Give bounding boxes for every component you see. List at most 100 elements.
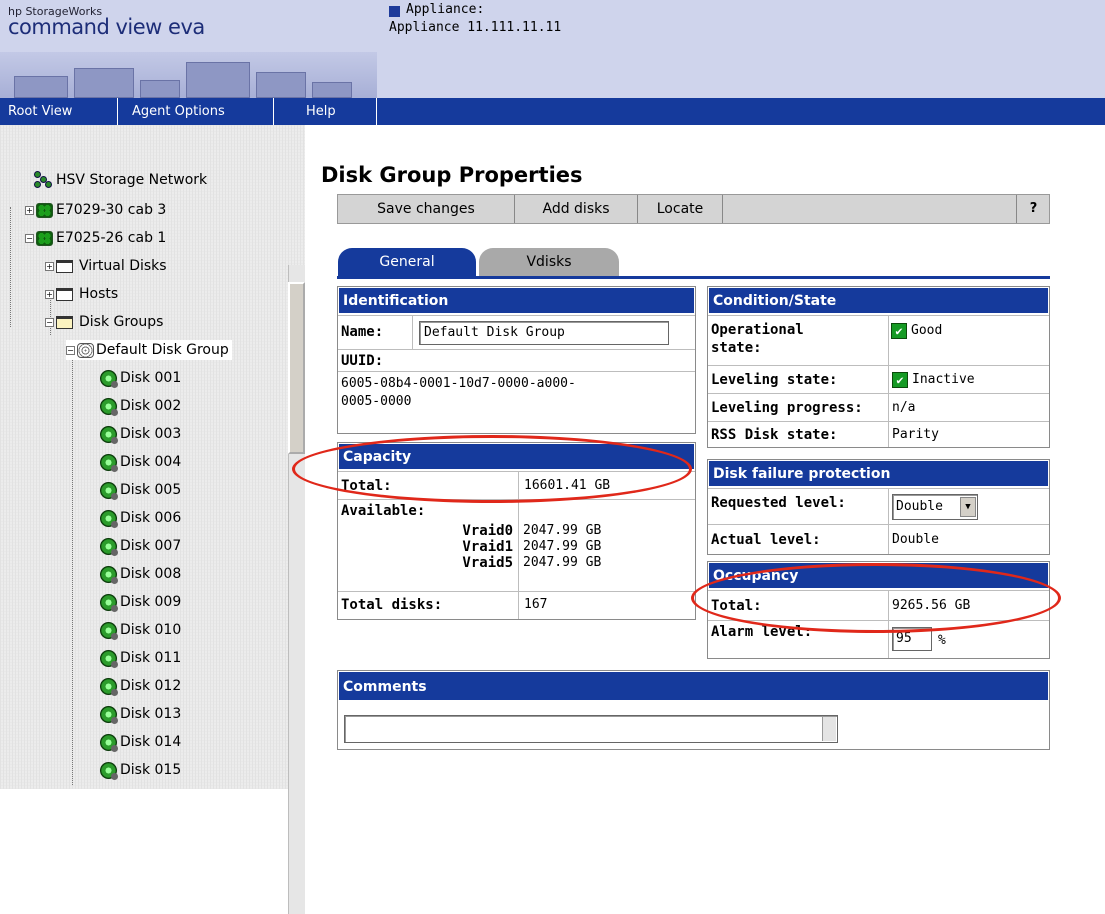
open-folder-icon <box>56 315 73 329</box>
expand-icon[interactable]: + <box>25 205 34 215</box>
disk-drive-icon <box>100 733 118 752</box>
tree-label: Disk 010 <box>120 622 182 638</box>
app-header: hp StorageWorks command view eva Root Vi… <box>0 0 1105 125</box>
storage-network-icon <box>34 171 54 189</box>
disk-drive-icon <box>100 397 118 416</box>
tree-node-cab1[interactable]: − E7025-26 cab 1 <box>25 228 166 248</box>
disk-drive-icon <box>100 481 118 500</box>
disk-drive-icon <box>100 537 118 556</box>
name-input[interactable]: Default Disk Group <box>419 321 669 345</box>
tree-label: Disk 012 <box>120 678 182 694</box>
tree-label: Disk 001 <box>120 370 182 386</box>
appliance-label: Appliance: <box>406 2 485 17</box>
name-label: Name: <box>341 324 384 340</box>
comments-scrollbar[interactable] <box>822 717 836 741</box>
actual-level-value: Double <box>888 525 939 554</box>
tree-node-disk[interactable]: Disk 008 <box>100 564 181 584</box>
vraid1-label: Vraid1 <box>462 539 513 555</box>
disk-drive-icon <box>100 761 118 780</box>
tree-node-disk[interactable]: Disk 009 <box>100 592 181 612</box>
tree-node-disk[interactable]: Disk 012 <box>100 676 181 696</box>
tree-label: Hosts <box>79 286 119 302</box>
nav-root-view[interactable]: Root View <box>0 98 118 125</box>
tab-general[interactable]: General <box>338 248 476 276</box>
tree-label: Default Disk Group <box>96 342 229 358</box>
uuid-value: 6005-08b4-0001-10d7-0000-a000- 0005-0000 <box>338 375 576 436</box>
tree-node-disk[interactable]: Disk 015 <box>100 760 181 780</box>
tree-node-default-disk-group[interactable]: − Default Disk Group <box>66 340 232 360</box>
collapse-icon[interactable]: − <box>66 345 75 355</box>
tree-node-disk[interactable]: Disk 013 <box>100 704 181 724</box>
capacity-highlight-ellipse <box>292 435 692 503</box>
tree-node-virtual-disks[interactable]: + Virtual Disks <box>45 256 167 276</box>
tree-node-disk[interactable]: Disk 001 <box>100 368 181 388</box>
disk-drive-icon <box>100 369 118 388</box>
tab-vdisks[interactable]: Vdisks <box>479 248 619 276</box>
tree-node-disk[interactable]: Disk 006 <box>100 508 181 528</box>
comments-textarea[interactable] <box>344 715 838 743</box>
tree-label: Virtual Disks <box>79 258 167 274</box>
help-button[interactable]: ? <box>1016 195 1050 223</box>
check-icon: ✔ <box>891 322 907 339</box>
tree-node-disk[interactable]: Disk 007 <box>100 536 181 556</box>
brand-area: hp StorageWorks command view eva <box>0 0 377 98</box>
tree-label: Disk 011 <box>120 650 182 666</box>
dropdown-arrow-icon[interactable]: ▼ <box>960 497 976 517</box>
tree-label: Disk 008 <box>120 566 182 582</box>
tree-label: Disk 005 <box>120 482 182 498</box>
disk-group-icon <box>77 342 94 358</box>
tab-bar: General Vdisks <box>337 245 1050 279</box>
expand-icon[interactable]: + <box>45 261 54 271</box>
requested-level-select[interactable]: Double ▼ <box>892 494 978 520</box>
nav-agent-options[interactable]: Agent Options <box>118 98 274 125</box>
scroll-thumb[interactable] <box>288 282 305 454</box>
leveling-state-label: Leveling state: <box>711 372 838 388</box>
tree-label: Disk 002 <box>120 398 182 414</box>
uuid-label: UUID: <box>341 353 384 369</box>
tree-node-disk-groups[interactable]: − Disk Groups <box>45 312 163 332</box>
collapse-icon[interactable]: − <box>25 233 34 243</box>
tree-node-cab3[interactable]: + E7029-30 cab 3 <box>25 200 166 220</box>
cabinet-icon <box>36 230 53 246</box>
tree-node-disk[interactable]: Disk 002 <box>100 396 181 416</box>
appliance-banner: Appliance: Appliance 11.111.11.11 <box>377 0 1105 98</box>
tree-node-disk[interactable]: Disk 003 <box>100 424 181 444</box>
save-changes-button[interactable]: Save changes <box>338 195 515 223</box>
alarm-unit: % <box>938 633 946 648</box>
tree-node-disk[interactable]: Disk 011 <box>100 648 181 668</box>
tree-label: HSV Storage Network <box>56 172 208 188</box>
tree-node-network[interactable]: HSV Storage Network <box>34 170 207 190</box>
occupancy-highlight-ellipse <box>691 563 1061 633</box>
cabinet-icon <box>36 202 53 218</box>
nav-help[interactable]: Help <box>298 98 377 125</box>
folder-icon <box>56 259 73 273</box>
vraid1-value: 2047.99 GB <box>523 539 602 554</box>
tree-node-disk[interactable]: Disk 010 <box>100 620 181 640</box>
tree-label: Disk 009 <box>120 594 182 610</box>
appliance-value: Appliance 11.111.11.11 <box>389 20 562 35</box>
tree-label: Disk 007 <box>120 538 182 554</box>
locate-button[interactable]: Locate <box>638 195 723 223</box>
protection-header: Disk failure protection <box>708 460 1049 487</box>
vraid5-value: 2047.99 GB <box>523 555 602 570</box>
tree-label: Disk 006 <box>120 510 182 526</box>
operational-label-2: state: <box>711 340 762 356</box>
vraid0-label: Vraid0 <box>462 523 513 539</box>
uuid-line-2: 0005-0000 <box>341 394 412 409</box>
header-bar <box>377 98 1105 125</box>
expand-icon[interactable]: + <box>45 289 54 299</box>
folder-icon <box>56 287 73 301</box>
disk-drive-icon <box>100 593 118 612</box>
disk-drive-icon <box>100 425 118 444</box>
add-disks-button[interactable]: Add disks <box>515 195 638 223</box>
tree-label: E7029-30 cab 3 <box>56 202 167 218</box>
collapse-icon[interactable]: − <box>45 317 54 327</box>
main-content: Disk Group Properties Save changes Add d… <box>292 125 1105 789</box>
tree-node-hosts[interactable]: + Hosts <box>45 284 118 304</box>
uuid-line-1: 6005-08b4-0001-10d7-0000-a000- <box>341 376 576 391</box>
tree-node-disk[interactable]: Disk 005 <box>100 480 181 500</box>
vraid0-value: 2047.99 GB <box>523 523 602 538</box>
tree-label: Disk 003 <box>120 426 182 442</box>
tree-node-disk[interactable]: Disk 004 <box>100 452 181 472</box>
tree-node-disk[interactable]: Disk 014 <box>100 732 181 752</box>
